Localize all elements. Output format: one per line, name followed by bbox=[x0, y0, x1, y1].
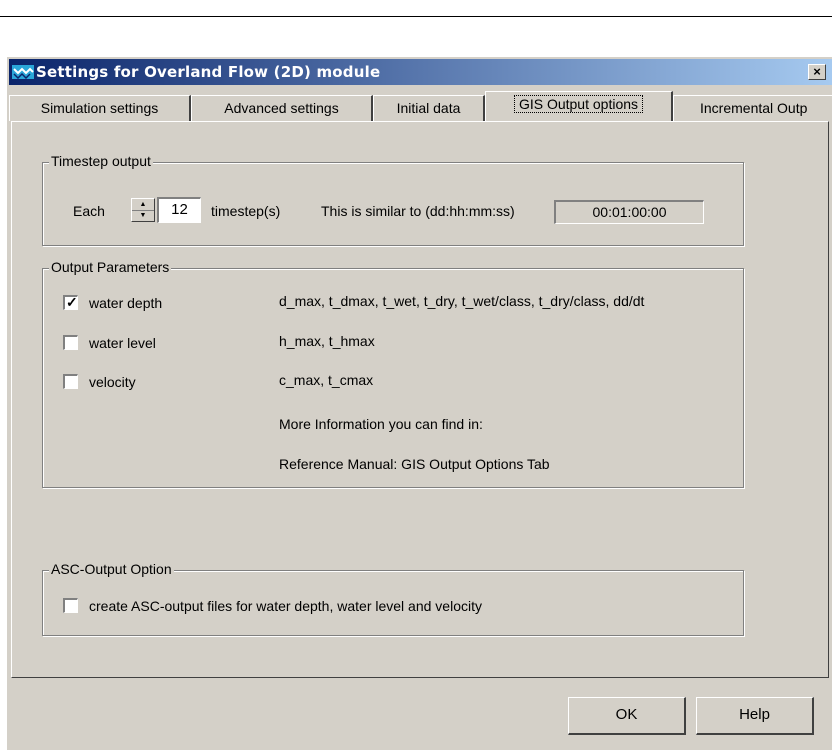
spin-down-icon[interactable]: ▼ bbox=[132, 210, 154, 221]
tab-strip: Simulation settings Advanced settings In… bbox=[7, 89, 832, 121]
timestep-input[interactable]: 12 bbox=[157, 197, 201, 223]
title-bar[interactable]: Settings for Overland Flow (2D) module × bbox=[9, 59, 832, 85]
water-depth-label[interactable]: water depth bbox=[89, 295, 162, 311]
timestep-group: Timestep output Each ▲ ▼ 12 timestep(s) … bbox=[42, 153, 744, 246]
tab-label: GIS Output options bbox=[513, 95, 644, 113]
tab-panel: Timestep output Each ▲ ▼ 12 timestep(s) … bbox=[11, 121, 829, 678]
ok-button[interactable]: OK bbox=[568, 697, 686, 735]
asc-output-group-title: ASC-Output Option bbox=[49, 561, 174, 577]
water-depth-desc: d_max, t_dmax, t_wet, t_dry, t_wet/class… bbox=[279, 293, 645, 309]
tab-label: Initial data bbox=[396, 100, 461, 116]
output-parameters-group: Output Parameters ✓ water depth d_max, t… bbox=[42, 259, 744, 488]
each-label: Each bbox=[73, 203, 105, 219]
app-icon bbox=[12, 65, 34, 79]
tab-advanced-settings[interactable]: Advanced settings bbox=[191, 95, 373, 121]
similar-label: This is similar to (dd:hh:mm:ss) bbox=[321, 203, 515, 219]
timestep-spinner[interactable]: ▲ ▼ bbox=[131, 198, 155, 222]
settings-dialog: Settings for Overland Flow (2D) module ×… bbox=[6, 56, 832, 750]
window-title: Settings for Overland Flow (2D) module bbox=[36, 63, 381, 81]
water-level-desc: h_max, t_hmax bbox=[279, 333, 375, 349]
tab-gis-output-options[interactable]: GIS Output options bbox=[485, 91, 673, 121]
tab-label: Simulation settings bbox=[40, 100, 159, 116]
timestep-group-title: Timestep output bbox=[49, 153, 153, 169]
timestep-unit-label: timestep(s) bbox=[211, 203, 281, 219]
tab-incremental-output[interactable]: Incremental Outp bbox=[673, 95, 832, 121]
velocity-desc: c_max, t_cmax bbox=[279, 372, 374, 388]
output-parameters-group-title: Output Parameters bbox=[49, 259, 172, 275]
tab-initial-data[interactable]: Initial data bbox=[373, 95, 485, 121]
water-depth-checkbox[interactable]: ✓ bbox=[63, 294, 78, 310]
more-info-text: More Information you can find in: bbox=[279, 416, 483, 432]
help-button[interactable]: Help bbox=[696, 697, 814, 735]
tab-label: Incremental Outp bbox=[700, 100, 808, 116]
tab-label: Advanced settings bbox=[224, 100, 339, 116]
asc-output-group: ASC-Output Option create ASC-output file… bbox=[42, 561, 744, 636]
asc-output-checkbox[interactable] bbox=[63, 598, 78, 613]
tab-simulation-settings[interactable]: Simulation settings bbox=[9, 95, 191, 121]
asc-output-label[interactable]: create ASC-output files for water depth,… bbox=[89, 598, 482, 614]
top-divider bbox=[0, 16, 832, 17]
reference-text: Reference Manual: GIS Output Options Tab bbox=[279, 456, 550, 472]
water-level-checkbox[interactable] bbox=[63, 335, 78, 350]
similar-duration-field: 00:01:00:00 bbox=[554, 200, 704, 224]
close-button[interactable]: × bbox=[808, 64, 826, 80]
water-level-label[interactable]: water level bbox=[89, 335, 156, 351]
velocity-checkbox[interactable] bbox=[63, 374, 78, 389]
check-icon: ✓ bbox=[66, 294, 78, 310]
velocity-label[interactable]: velocity bbox=[89, 374, 136, 390]
